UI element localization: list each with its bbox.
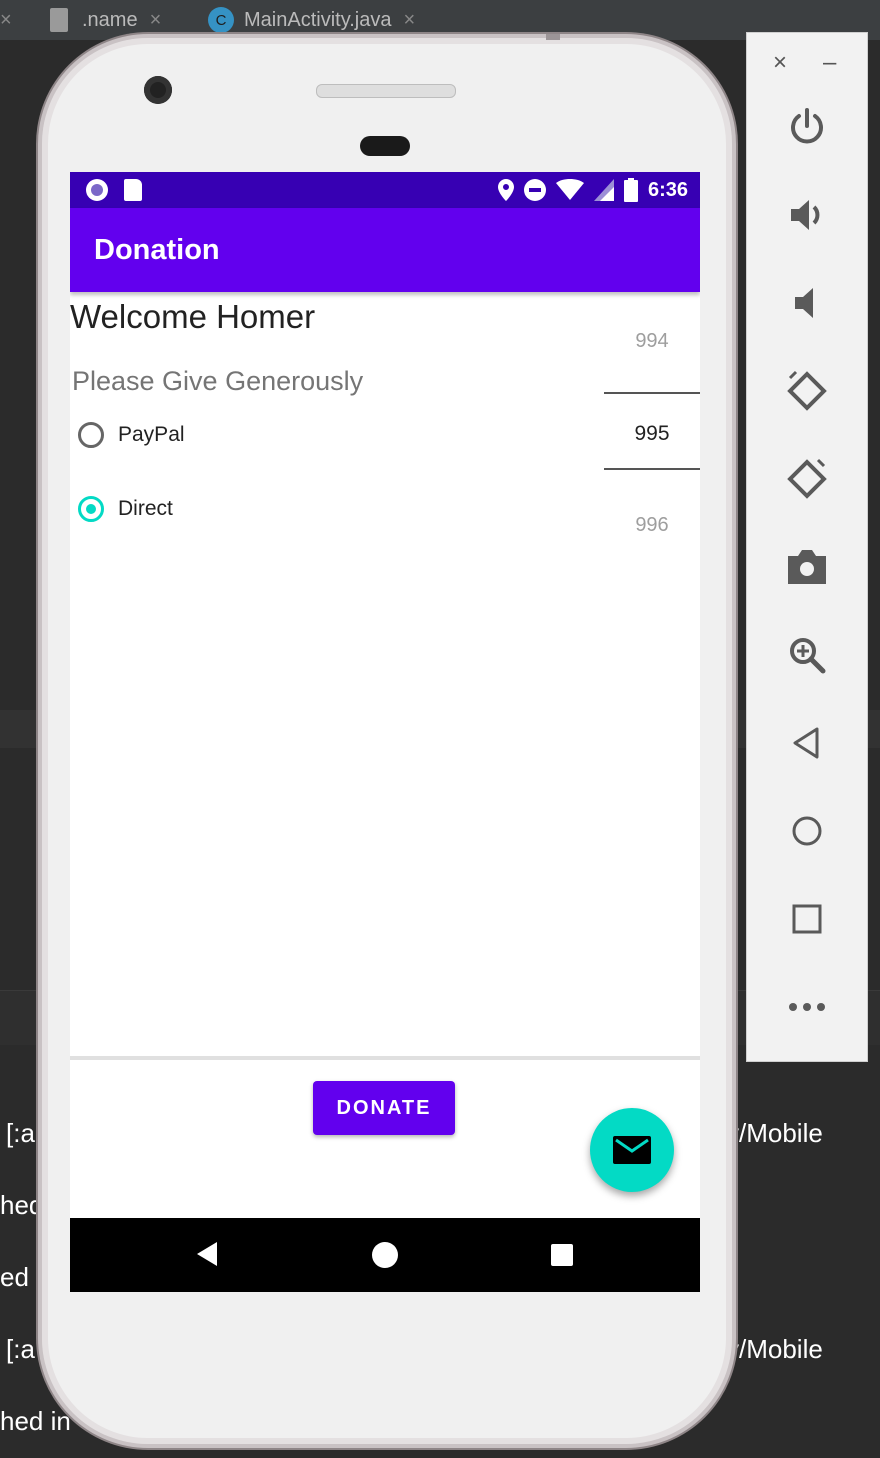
system-nav-bar	[70, 1218, 700, 1292]
front-camera	[144, 76, 172, 104]
radio-direct[interactable]: Direct	[78, 496, 173, 522]
console-line: hed	[0, 1190, 44, 1220]
battery-icon	[623, 178, 638, 202]
speaker-grille	[316, 84, 456, 98]
overview-icon[interactable]	[779, 891, 835, 947]
tab-label: .name	[82, 8, 138, 31]
amount-picker[interactable]: 994 995 996	[604, 322, 700, 542]
camera-icon[interactable]	[779, 539, 835, 595]
back-icon[interactable]	[779, 715, 835, 771]
fab-mail-button[interactable]	[590, 1108, 674, 1192]
java-class-icon: C	[208, 7, 234, 33]
location-icon	[497, 179, 514, 201]
device-button	[546, 34, 560, 40]
radio-label: PayPal	[118, 423, 185, 446]
picker-value-current[interactable]: 995	[604, 422, 700, 446]
rotate-left-icon[interactable]	[779, 363, 835, 419]
wifi-icon	[555, 179, 584, 200]
more-icon[interactable]	[779, 979, 835, 1035]
donate-button[interactable]: DONATE	[313, 1081, 455, 1135]
earpiece	[360, 136, 410, 156]
tab-close-partial[interactable]: ×	[0, 0, 12, 40]
close-emulator-button[interactable]: ×	[773, 49, 787, 77]
nav-back-icon[interactable]	[197, 1242, 217, 1266]
minimize-emulator-button[interactable]: –	[823, 49, 836, 77]
nav-home-icon[interactable]	[372, 1242, 398, 1268]
clock: 6:36	[647, 178, 688, 201]
console-line: [:a	[6, 1118, 35, 1148]
tab-label: MainActivity.java	[244, 8, 392, 31]
console-line: ed	[0, 1262, 29, 1292]
content-divider	[70, 1056, 700, 1060]
device-screen: 6:36 Donation Welcome Homer Please Give …	[70, 172, 700, 1292]
picker-value-above[interactable]: 994	[604, 330, 700, 353]
radio-button-checked[interactable]	[78, 496, 104, 522]
radio-button[interactable]	[78, 422, 104, 448]
console-line: hed in	[0, 1406, 71, 1436]
radio-paypal[interactable]: PayPal	[78, 422, 185, 448]
console-line: [:a	[6, 1334, 35, 1364]
app-title: Donation	[94, 234, 220, 266]
emulator-controls: × –	[746, 32, 868, 1062]
volume-down-icon[interactable]	[779, 275, 835, 331]
do-not-disturb-icon	[523, 179, 546, 201]
app-bar: Donation	[70, 208, 700, 292]
radio-label: Direct	[118, 497, 173, 520]
close-icon[interactable]: ×	[150, 9, 162, 32]
console-line: y/Mobile	[726, 1334, 823, 1364]
picker-divider	[604, 468, 700, 470]
console-line: y/Mobile	[726, 1118, 823, 1148]
picker-value-below[interactable]: 996	[604, 514, 700, 537]
welcome-text: Welcome Homer	[70, 298, 316, 335]
home-icon[interactable]	[779, 803, 835, 859]
nav-recents-icon[interactable]	[551, 1244, 573, 1266]
status-bar: 6:36	[70, 172, 700, 208]
volume-up-icon[interactable]	[779, 187, 835, 243]
power-icon[interactable]	[779, 99, 835, 155]
close-icon[interactable]: ×	[403, 9, 415, 32]
subtitle-text: Please Give Generously	[72, 366, 364, 396]
sd-card-icon	[124, 179, 142, 201]
picker-divider	[604, 392, 700, 394]
mail-icon	[613, 1136, 651, 1164]
rotate-right-icon[interactable]	[779, 451, 835, 507]
signal-icon	[593, 179, 614, 201]
file-icon	[50, 8, 68, 32]
zoom-icon[interactable]	[779, 627, 835, 683]
notification-icon	[86, 179, 108, 201]
